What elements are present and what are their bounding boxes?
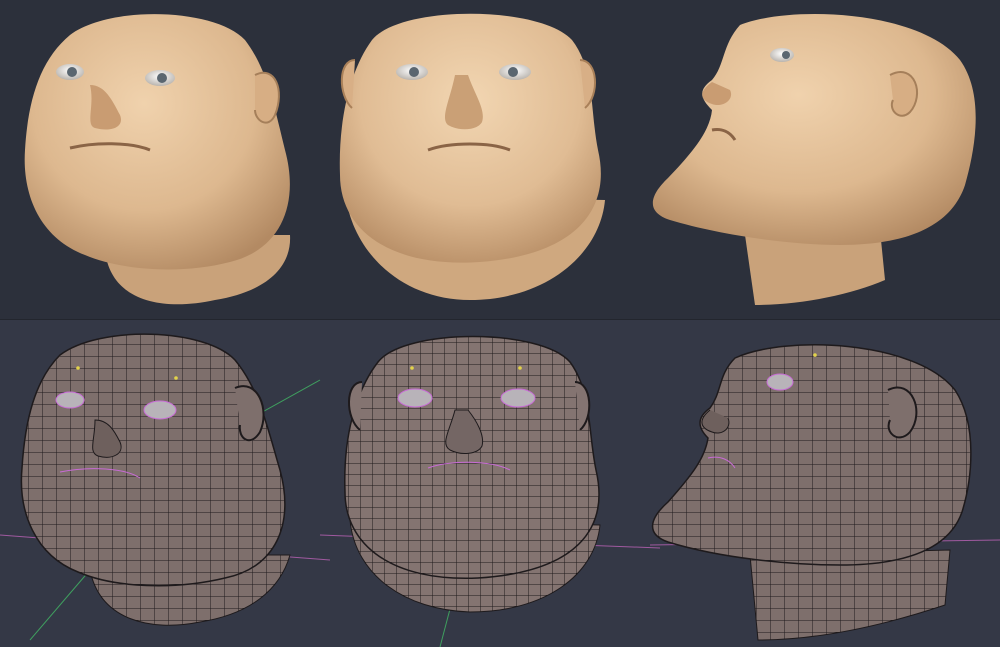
mesh-head-side — [651, 344, 972, 641]
mesh-wireframe-svg — [0, 333, 1000, 647]
render-head-front — [339, 13, 605, 300]
mesh-head-three-quarter — [20, 333, 291, 626]
render-head-side — [652, 14, 976, 305]
mesh-head-front — [344, 335, 601, 613]
shaded-render-row — [0, 0, 1000, 320]
shaded-render-svg — [24, 13, 976, 305]
render-head-three-quarter — [24, 14, 291, 305]
mesh-wireframe-row — [0, 320, 1000, 647]
character-sheet — [0, 0, 1000, 647]
